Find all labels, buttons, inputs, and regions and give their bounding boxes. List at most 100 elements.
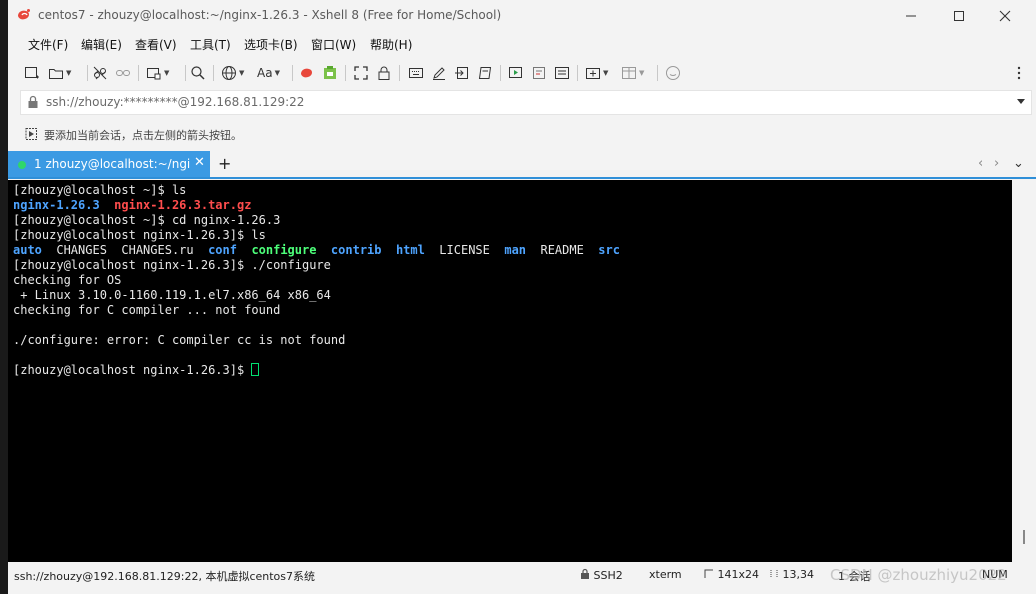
record-icon [509,67,522,78]
script-button[interactable] [477,63,493,83]
lock-icon [378,66,390,80]
terminal-text: html [395,243,425,257]
tab-session-1[interactable]: 1 zhouzy@localhost:~/ngin... ✕ [8,151,210,177]
menu-view[interactable]: 查看(V) [135,36,177,53]
encoding-button[interactable]: ▼ [221,63,244,83]
log-icon [533,67,545,79]
tab-list-dropdown-icon[interactable]: ⌄ [1013,156,1024,171]
layout-icon [622,67,636,79]
terminal-text: checking for C compiler ... not found [13,303,281,317]
minimize-button[interactable] [888,0,934,32]
xshell-button[interactable] [299,63,315,83]
menu-file[interactable]: 文件(F) [28,36,68,53]
tab-scroll-right-icon[interactable]: › [994,156,999,171]
terminal-text: nginx-1.26.3 [13,198,100,212]
close-icon [999,10,1011,22]
menu-bar: 文件(F) 编辑(E) 查看(V) 工具(T) 选项卡(B) 窗口(W) 帮助(… [8,32,1036,56]
fullscreen-icon [354,66,368,80]
font-button[interactable]: Aa ▼ [257,63,280,83]
new-tab-caret-icon: ▼ [603,69,609,77]
menu-help[interactable]: 帮助(H) [370,36,412,53]
terminal-text: configure [251,243,317,257]
menu-edit[interactable]: 编辑(E) [81,36,122,53]
title-bar: centos7 - zhouzy@localhost:~/nginx-1.26.… [8,0,1036,32]
chat-icon [666,66,680,80]
terminal-text: + Linux 3.10.0-1160.119.1.el7.x86_64 x86… [13,288,331,302]
terminal-line: checking for C compiler ... not found [13,303,1012,318]
address-input[interactable]: ssh://zhouzy:*********@192.168.81.129:22 [46,95,304,109]
toolbar-separator [213,65,214,81]
new-session-icon [25,67,39,79]
toolbar-separator [657,65,658,81]
fullscreen-button[interactable] [353,63,369,83]
xshell-logo-icon [18,9,30,20]
tab-scroll-left-icon[interactable]: ‹ [978,156,983,171]
lock-button[interactable] [376,63,392,83]
toolbar-separator [500,65,501,81]
terminal-text: checking for OS [13,273,122,287]
address-bar[interactable]: ssh://zhouzy:*********@192.168.81.129:22 [20,90,1032,115]
toolbar: ▼ ▼ ▼ Aa ▼ ▼ ▼ [8,60,1036,86]
reconnect-button[interactable] [115,63,131,83]
open-dropdown-caret-icon: ▼ [66,69,72,77]
note-button[interactable] [554,63,570,83]
terminal-line: [zhouzy@localhost nginx-1.26.3]$ ./confi… [13,258,1012,273]
disconnect-button[interactable] [92,63,108,83]
terminal-text: README [526,243,599,257]
maximize-button[interactable] [936,0,982,32]
compose-button[interactable] [431,63,447,83]
address-dropdown-icon[interactable] [1017,99,1025,104]
tab-close-icon[interactable]: ✕ [194,155,205,170]
toolbar-separator [577,65,578,81]
menu-tools[interactable]: 工具(T) [190,36,231,53]
toolbar-separator [185,65,186,81]
find-button[interactable] [190,63,206,83]
close-button[interactable] [982,0,1028,32]
font-caret-icon: ▼ [274,69,280,77]
scrollbar-thumb[interactable] [1023,530,1025,544]
transfer-button[interactable] [454,63,470,83]
terminal-line: nginx-1.26.3 nginx-1.26.3.tar.gz [13,198,1012,213]
menu-tabs[interactable]: 选项卡(B) [244,36,298,53]
script-icon [478,67,492,79]
copy-window-caret-icon: ▼ [164,69,170,77]
xftp-button[interactable] [322,63,338,83]
toolbar-separator [138,65,139,81]
record-button[interactable] [508,63,524,83]
add-session-arrow-icon[interactable] [24,127,38,141]
terminal-line: [zhouzy@localhost ~]$ cd nginx-1.26.3 [13,213,1012,228]
keyboard-button[interactable] [408,63,424,83]
add-tab-icon[interactable]: + [218,154,231,173]
terminal-line: [zhouzy@localhost ~]$ ls [13,183,1012,198]
copy-window-icon [147,68,161,80]
terminal-text: [zhouzy@localhost ~]$ cd nginx-1.26.3 [13,213,281,227]
terminal-scrollbar[interactable] [1012,180,1036,562]
status-protocol-label: SSH2 [593,569,623,582]
terminal-text: CHANGES CHANGES.ru [41,243,209,257]
layout-button[interactable]: ▼ [621,63,644,83]
resize-icon [704,569,713,578]
new-session-button[interactable] [24,63,40,83]
keyboard-icon [409,68,423,78]
open-folder-icon [49,69,63,79]
open-button[interactable]: ▼ [48,63,71,83]
compose-icon [433,67,445,80]
status-num: NUM [982,568,1008,581]
status-bar: ssh://zhouzy@192.168.81.129:22, 本机虚拟cent… [8,564,1036,586]
window-title: centos7 - zhouzy@localhost:~/nginx-1.26.… [38,8,502,22]
toolbar-overflow-button[interactable] [1016,63,1022,83]
log-button[interactable] [531,63,547,83]
terminal-output[interactable]: [zhouzy@localhost ~]$ ls nginx-1.26.3 ngi… [8,180,1012,562]
new-tab-button[interactable]: ▼ [585,63,608,83]
copy-window-button[interactable]: ▼ [146,63,169,83]
terminal-text: [zhouzy@localhost nginx-1.26.3]$ ./confi… [13,258,331,272]
font-icon: Aa [257,66,273,80]
terminal-text: contrib [330,243,382,257]
terminal-text: [zhouzy@localhost nginx-1.26.3]$ ls [13,228,266,242]
chat-button[interactable] [665,63,681,83]
menu-window[interactable]: 窗口(W) [311,36,356,53]
terminal-line: [zhouzy@localhost nginx-1.26.3]$ ls [13,228,1012,243]
